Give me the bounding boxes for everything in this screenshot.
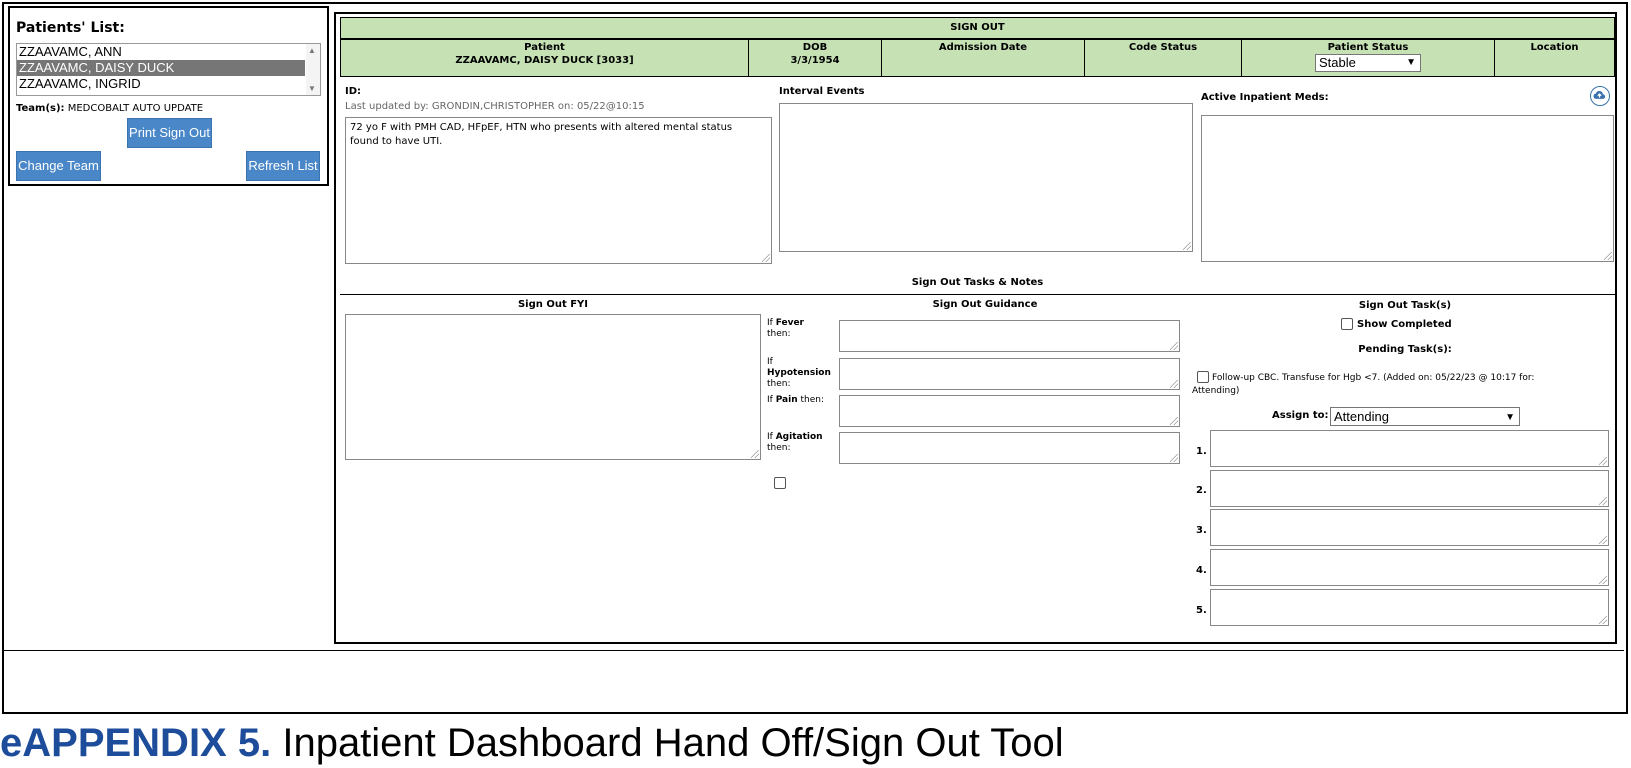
pending-task-checkbox[interactable] — [1197, 371, 1209, 383]
sign-out-panel: SIGN OUT Patient ZZAAVAMC, DAISY DUCK [3… — [334, 12, 1617, 644]
pain-guidance-input[interactable] — [839, 395, 1180, 427]
interval-events-label: Interval Events — [779, 86, 865, 97]
show-completed-checkbox[interactable] — [1341, 318, 1353, 330]
scroll-up-icon[interactable]: ▲ — [308, 46, 316, 55]
resize-handle-icon[interactable] — [1599, 616, 1607, 624]
task-number-1: 1. — [1196, 446, 1207, 457]
change-team-button[interactable]: Change Team — [16, 151, 101, 181]
task-input-1[interactable] — [1210, 430, 1609, 467]
patient-item-daisy-duck[interactable]: ZZAAVAMC, DAISY DUCK — [17, 60, 305, 76]
patient-label: Patient — [524, 42, 565, 53]
team-info: Team(s): MEDCOBALT AUTO UPDATE — [16, 103, 203, 114]
resize-handle-icon[interactable] — [1604, 252, 1612, 260]
patient-item-ingrid[interactable]: ZZAAVAMC, INGRID — [17, 76, 305, 92]
last-updated-text: Last updated by: GRONDIN,CHRISTOPHER on:… — [345, 101, 645, 112]
pain-guidance-label: If Pain then: — [767, 395, 824, 405]
print-sign-out-button[interactable]: Print Sign Out — [127, 118, 212, 148]
task-input-4[interactable] — [1210, 549, 1609, 586]
resize-handle-icon[interactable] — [751, 450, 759, 458]
resize-handle-icon[interactable] — [1599, 457, 1607, 465]
pending-task-line-1: Follow-up CBC. Transfuse for Hgb <7. (Ad… — [1212, 373, 1535, 383]
resize-handle-icon[interactable] — [1170, 342, 1178, 350]
hypotension-guidance-label: If Hypotension then: — [767, 357, 831, 389]
patient-item-ann[interactable]: ZZAAVAMC, ANN — [17, 44, 305, 60]
pending-tasks-label: Pending Task(s): — [1358, 344, 1452, 355]
sign-out-guidance-label: Sign Out Guidance — [932, 299, 1038, 310]
resize-handle-icon[interactable] — [1599, 497, 1607, 505]
admission-column: Admission Date — [882, 40, 1085, 76]
scroll-down-icon[interactable]: ▼ — [308, 84, 316, 93]
dob-column: DOB 3/3/1954 — [749, 40, 882, 76]
task-number-2: 2. — [1196, 485, 1207, 496]
assign-to-select[interactable]: Attending ▼ — [1330, 407, 1520, 426]
id-label: ID: — [345, 86, 362, 97]
id-textarea[interactable]: 72 yo F with PMH CAD, HFpEF, HTN who pre… — [345, 117, 772, 264]
dob-value: 3/3/1954 — [790, 55, 840, 66]
refresh-list-button[interactable]: Refresh List — [246, 151, 320, 181]
location-column: Location — [1495, 40, 1614, 76]
resize-handle-icon[interactable] — [1599, 576, 1607, 584]
fever-guidance-label: If Fever then: — [767, 318, 804, 339]
sign-out-fyi-textarea[interactable] — [345, 314, 761, 460]
figure-caption: eAPPENDIX 5. Inpatient Dashboard Hand Of… — [0, 720, 1064, 766]
patient-column: Patient ZZAAVAMC, DAISY DUCK [3033] — [341, 40, 749, 76]
patients-list-title: Patients' List: — [16, 20, 125, 36]
show-completed-label: Show Completed — [1357, 319, 1452, 330]
resize-handle-icon[interactable] — [1170, 380, 1178, 388]
caption-text: Inpatient Dashboard Hand Off/Sign Out To… — [271, 721, 1064, 765]
hypotension-guidance-input[interactable] — [839, 358, 1180, 390]
sign-out-fyi-label: Sign Out FYI — [517, 299, 589, 310]
guidance-checkbox[interactable] — [774, 477, 786, 489]
section-divider — [340, 294, 1615, 295]
active-meds-label: Active Inpatient Meds: — [1201, 92, 1329, 103]
patient-status-select[interactable]: Stable ▼ — [1315, 54, 1421, 72]
patient-status-value: Stable — [1319, 55, 1356, 70]
active-meds-textarea[interactable] — [1201, 115, 1614, 262]
chevron-down-icon: ▼ — [1505, 412, 1515, 423]
fever-guidance-input[interactable] — [839, 320, 1180, 352]
resize-handle-icon[interactable] — [1170, 417, 1178, 425]
sign-out-header: SIGN OUT Patient ZZAAVAMC, DAISY DUCK [3… — [340, 17, 1615, 77]
pending-task-line-2: Attending) — [1192, 386, 1240, 396]
frame-divider — [4, 650, 1624, 651]
id-text-line-2: found to have UTI. — [350, 136, 443, 147]
task-number-5: 5. — [1196, 605, 1207, 616]
code-status-label: Code Status — [1128, 42, 1198, 53]
task-input-5[interactable] — [1210, 589, 1609, 626]
header-title: SIGN OUT — [950, 22, 1005, 33]
assign-to-value: Attending — [1334, 409, 1389, 424]
task-input-2[interactable] — [1210, 470, 1609, 507]
resize-handle-icon[interactable] — [1170, 454, 1178, 462]
patient-status-column: Patient Status Stable ▼ — [1242, 40, 1495, 76]
location-label: Location — [1530, 42, 1579, 53]
assign-to-label: Assign to: — [1272, 410, 1329, 421]
tasks-notes-title: Sign Out Tasks & Notes — [911, 277, 1044, 288]
code-status-column: Code Status — [1085, 40, 1242, 76]
agitation-guidance-label: If Agitation then: — [767, 432, 823, 453]
task-number-3: 3. — [1196, 525, 1207, 536]
patients-listbox[interactable]: ZZAAVAMC, ANN ZZAAVAMC, DAISY DUCK ZZAAV… — [16, 43, 321, 96]
patient-status-label: Patient Status — [1327, 42, 1409, 53]
cloud-upload-icon[interactable] — [1590, 86, 1610, 106]
agitation-guidance-input[interactable] — [839, 432, 1180, 464]
task-number-4: 4. — [1196, 565, 1207, 576]
resize-handle-icon[interactable] — [1599, 536, 1607, 544]
chevron-down-icon: ▼ — [1406, 57, 1416, 68]
dob-label: DOB — [802, 42, 828, 53]
resize-handle-icon[interactable] — [762, 254, 770, 262]
sign-out-tasks-label: Sign Out Task(s) — [1358, 300, 1452, 311]
patients-panel: Patients' List: ZZAAVAMC, ANN ZZAAVAMC, … — [8, 6, 329, 186]
id-text-line-1: 72 yo F with PMH CAD, HFpEF, HTN who pre… — [350, 122, 733, 133]
team-label: Team(s): — [16, 103, 65, 114]
task-input-3[interactable] — [1210, 509, 1609, 546]
resize-handle-icon[interactable] — [1183, 242, 1191, 250]
patient-value: ZZAAVAMC, DAISY DUCK [3033] — [455, 55, 634, 66]
team-value: MEDCOBALT AUTO UPDATE — [67, 103, 204, 114]
interval-events-textarea[interactable] — [779, 103, 1193, 252]
admission-date-label: Admission Date — [938, 42, 1028, 53]
caption-number: eAPPENDIX 5. — [0, 721, 272, 765]
patients-list-scrollbar[interactable]: ▲ ▼ — [306, 44, 320, 95]
